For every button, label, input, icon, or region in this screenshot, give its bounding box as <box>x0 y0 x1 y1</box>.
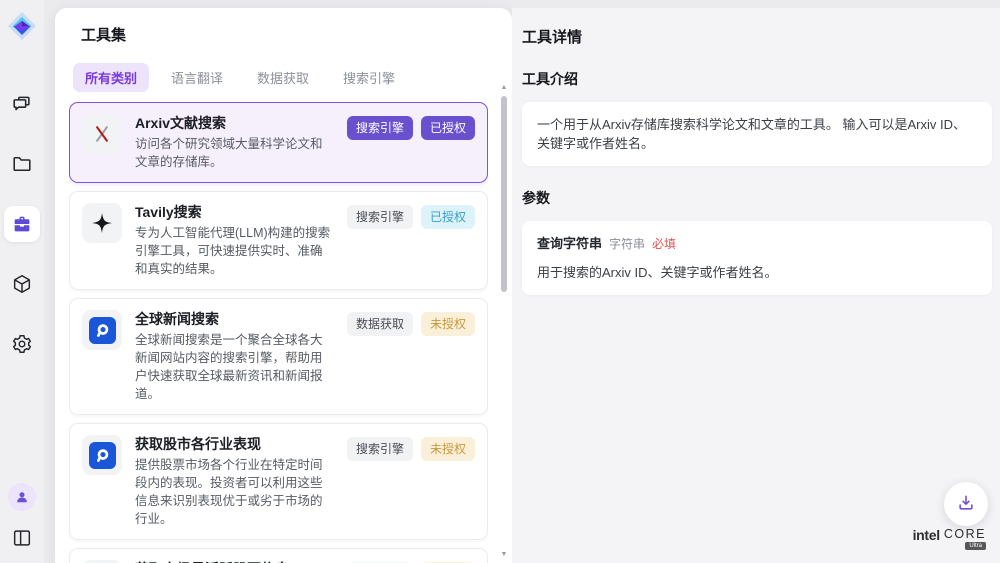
auth-status-badge: 已授权 <box>421 205 475 229</box>
parameter-description: 用于搜索的Arxiv ID、关键字或作者姓名。 <box>537 263 977 282</box>
tool-description: 专为人工智能代理(LLM)构建的搜索引擎工具，可快速提供实时、准确和真实的结果。 <box>135 224 334 278</box>
intel-core-logo: intel CORE Ultra <box>913 527 986 550</box>
parameter-box: 查询字符串 字符串 必填 用于搜索的Arxiv ID、关键字或作者姓名。 <box>522 221 992 295</box>
intel-wordmark: intel <box>913 527 940 543</box>
tool-title: 全球新闻搜索 <box>135 310 334 328</box>
tab-0[interactable]: 所有类别 <box>73 63 149 92</box>
tool-card[interactable]: 获取市场最活跃股票信息提供当天交易量最高的股票列表，投资者可以利用这些信息来识别… <box>69 548 488 563</box>
tool-card-body: Arxiv文献搜索访问各个研究领域大量科学论文和文章的存储库。 <box>135 114 334 171</box>
app-logo-icon[interactable] <box>6 10 38 42</box>
tool-card-body: Tavily搜索专为人工智能代理(LLM)构建的搜索引擎工具，可快速提供实时、准… <box>135 203 334 278</box>
tool-description: 全球新闻搜索是一个聚合全球各大新闻网站内容的搜索引擎，帮助用户快速获取全球最新资… <box>135 331 334 403</box>
category-badge: 数据获取 <box>347 312 413 336</box>
rail-nav <box>4 86 40 362</box>
core-wordmark: CORE <box>944 527 986 541</box>
tavily-icon <box>82 203 122 243</box>
tool-description: 提供股票市场各个行业在特定时间段内的表现。投资者可以利用这些信息来识别表现优于或… <box>135 456 334 528</box>
category-badge: 搜索引擎 <box>347 205 413 229</box>
tool-title: Arxiv文献搜索 <box>135 114 334 132</box>
download-button[interactable] <box>944 482 988 526</box>
parameter-header: 查询字符串 字符串 必填 <box>537 234 977 254</box>
tab-1[interactable]: 语言翻译 <box>159 63 235 92</box>
tool-card-body: 全球新闻搜索全球新闻搜索是一个聚合全球各大新闻网站内容的搜索引擎，帮助用户快速获… <box>135 310 334 403</box>
tool-list: Arxiv文献搜索访问各个研究领域大量科学论文和文章的存储库。搜索引擎已授权Ta… <box>69 102 488 563</box>
chat-icon[interactable] <box>4 86 40 122</box>
ultra-badge: Ultra <box>965 542 986 550</box>
tool-card[interactable]: Tavily搜索专为人工智能代理(LLM)构建的搜索引擎工具，可快速提供实时、准… <box>69 191 488 290</box>
auth-status-badge: 已授权 <box>421 116 475 140</box>
tool-list-scrollbar[interactable]: ▲ ▼ <box>499 84 509 559</box>
tab-3[interactable]: 搜索引擎 <box>331 63 407 92</box>
tool-card[interactable]: Arxiv文献搜索访问各个研究领域大量科学论文和文章的存储库。搜索引擎已授权 <box>69 102 488 183</box>
auth-status-badge: 未授权 <box>421 437 475 461</box>
intro-heading: 工具介绍 <box>522 69 992 89</box>
tool-details-panel: 工具详情 工具介绍 一个用于从Arxiv存储库搜索科学论文和文章的工具。 输入可… <box>512 8 1000 563</box>
panel-layout-icon[interactable] <box>7 523 37 553</box>
left-rail <box>0 0 44 563</box>
tool-description: 访问各个研究领域大量科学论文和文章的存储库。 <box>135 135 334 171</box>
parameter-name: 查询字符串 <box>537 234 602 253</box>
tool-badges: 数据获取未授权 <box>347 310 475 403</box>
qnews-icon <box>82 310 122 350</box>
scroll-up-icon[interactable]: ▲ <box>499 84 509 92</box>
tool-badges: 搜索引擎未授权 <box>347 435 475 528</box>
category-badge: 搜索引擎 <box>347 116 413 140</box>
category-badge: 搜索引擎 <box>347 437 413 461</box>
tool-title: Tavily搜索 <box>135 203 334 221</box>
intro-box: 一个用于从Arxiv存储库搜索科学论文和文章的工具。 输入可以是Arxiv ID… <box>522 102 992 166</box>
user-avatar[interactable] <box>8 483 36 511</box>
tool-card[interactable]: 获取股市各行业表现提供股票市场各个行业在特定时间段内的表现。投资者可以利用这些信… <box>69 423 488 540</box>
rail-bottom <box>7 483 37 563</box>
params-heading: 参数 <box>522 188 992 208</box>
intro-text: 一个用于从Arxiv存储库搜索科学论文和文章的工具。 输入可以是Arxiv ID… <box>537 117 966 151</box>
qnews-icon <box>82 435 122 475</box>
settings-gear-icon[interactable] <box>4 326 40 362</box>
scroll-down-icon[interactable]: ▼ <box>499 551 509 559</box>
tool-title: 获取股市各行业表现 <box>135 435 334 453</box>
details-title: 工具详情 <box>522 26 992 47</box>
tools-panel: 工具集 所有类别语言翻译数据获取搜索引擎 Arxiv文献搜索访问各个研究领域大量… <box>55 8 512 563</box>
tool-badges: 搜索引擎已授权 <box>347 203 475 278</box>
tool-badges: 搜索引擎已授权 <box>347 114 475 171</box>
arxiv-icon <box>82 114 122 154</box>
parameter-required-badge: 必填 <box>652 235 676 254</box>
tool-card-body: 获取股市各行业表现提供股票市场各个行业在特定时间段内的表现。投资者可以利用这些信… <box>135 435 334 528</box>
toolbox-icon[interactable] <box>4 206 40 242</box>
category-tabs: 所有类别语言翻译数据获取搜索引擎 <box>69 63 488 92</box>
folder-icon[interactable] <box>4 146 40 182</box>
auth-status-badge: 未授权 <box>421 312 475 336</box>
tab-2[interactable]: 数据获取 <box>245 63 321 92</box>
scrollbar-thumb[interactable] <box>501 96 507 292</box>
tools-panel-title: 工具集 <box>69 24 488 45</box>
tool-card[interactable]: 全球新闻搜索全球新闻搜索是一个聚合全球各大新闻网站内容的搜索引擎，帮助用户快速获… <box>69 298 488 415</box>
download-icon <box>956 493 976 516</box>
parameter-type: 字符串 <box>609 235 645 254</box>
cube-icon[interactable] <box>4 266 40 302</box>
